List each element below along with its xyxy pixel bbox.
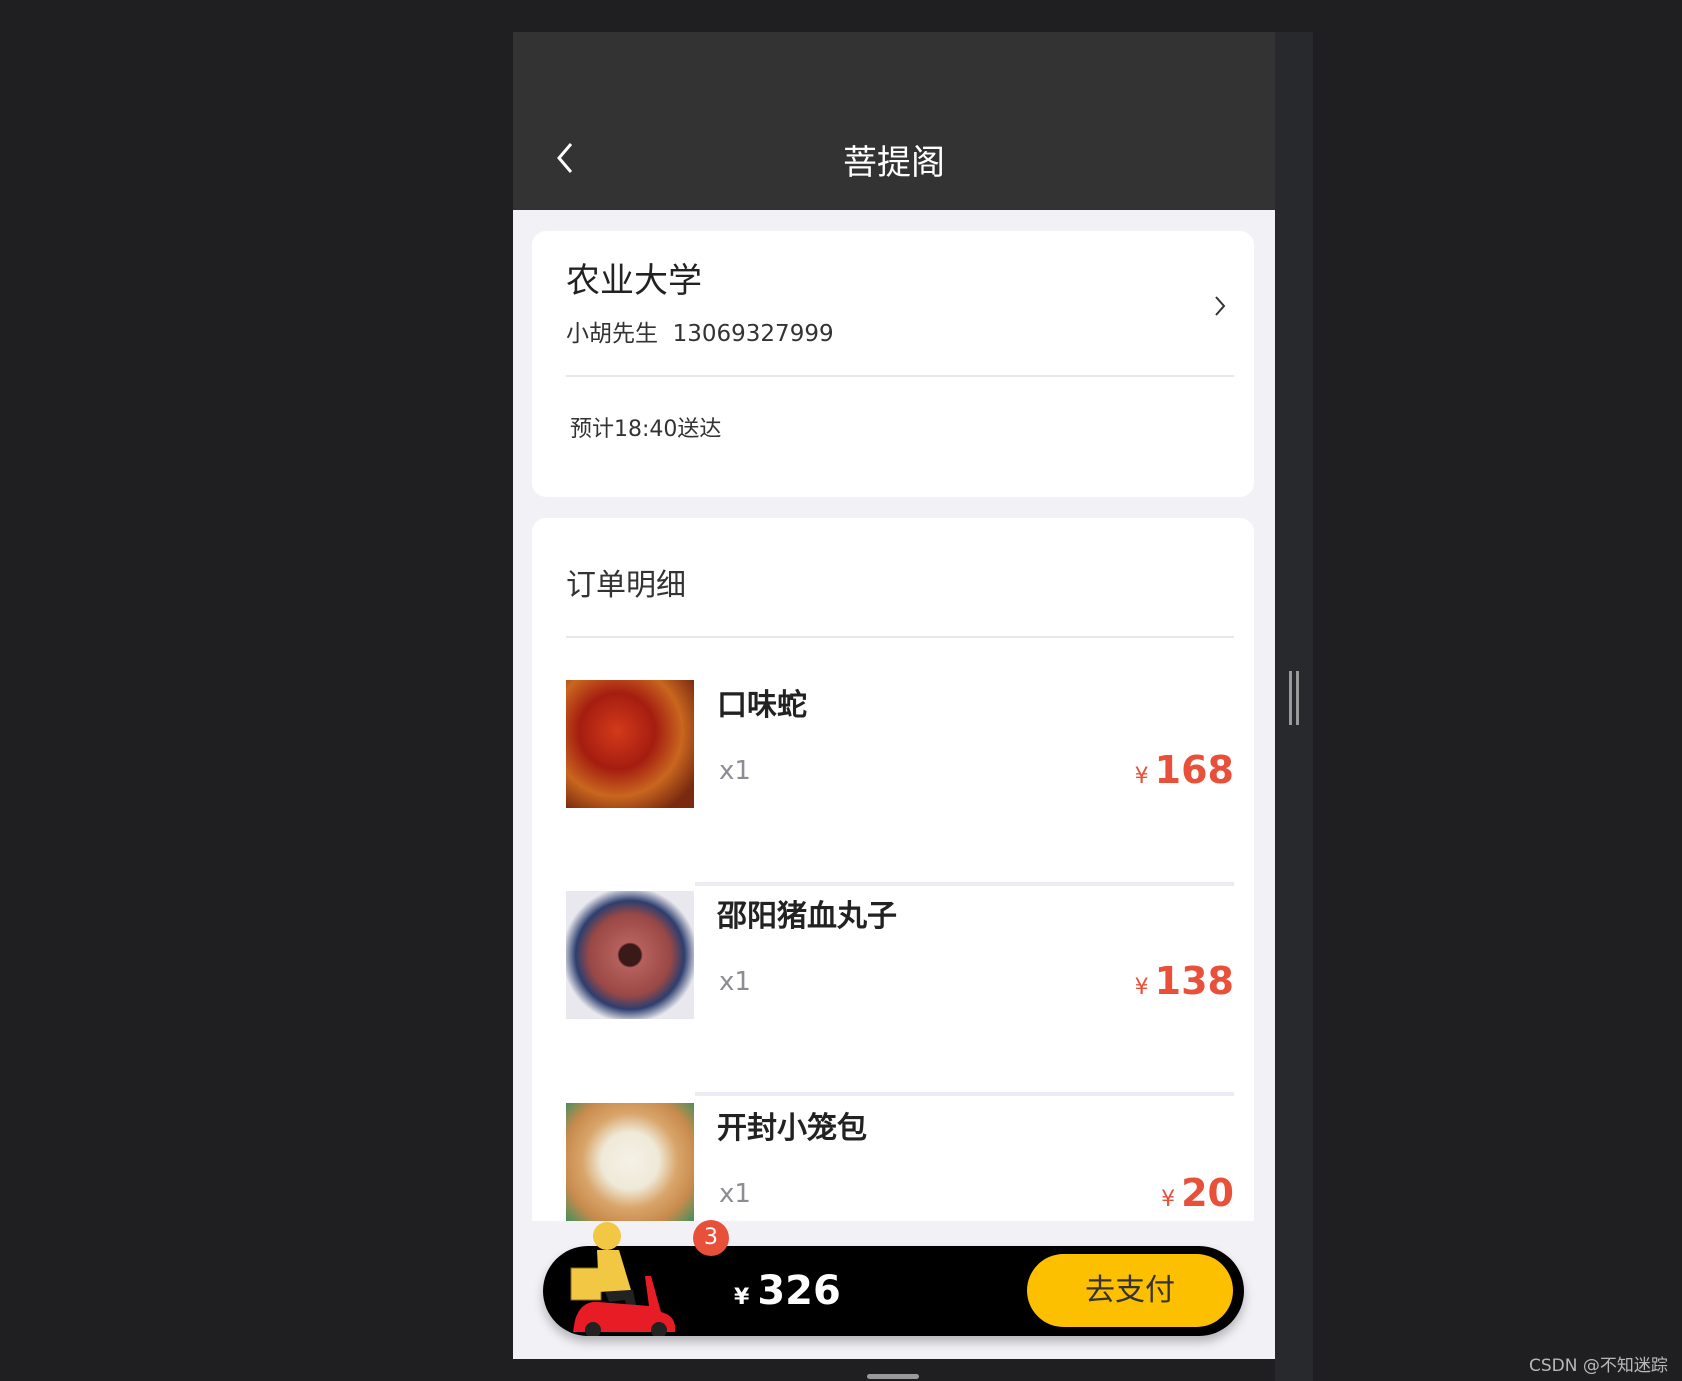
order-details-title: 订单明细 bbox=[566, 568, 686, 603]
item-quantity: x1 bbox=[719, 967, 751, 997]
item-separator bbox=[695, 882, 1234, 886]
item-separator bbox=[695, 1092, 1234, 1096]
currency-symbol: ¥ bbox=[1161, 1187, 1176, 1212]
food-image-steamed-buns bbox=[566, 1103, 694, 1231]
delivery-rider-icon[interactable] bbox=[569, 1220, 681, 1336]
divider bbox=[566, 375, 1234, 377]
currency-symbol: ¥ bbox=[1134, 764, 1149, 789]
pay-button[interactable]: 去支付 bbox=[1027, 1254, 1233, 1327]
page-title: 菩提阁 bbox=[843, 143, 945, 183]
order-item: 口味蛇 x1 ¥168 bbox=[566, 680, 1234, 820]
resize-handle-icon[interactable] bbox=[1288, 671, 1300, 725]
address-card[interactable]: 农业大学 小胡先生 13069327999 预计18:40送达 bbox=[532, 231, 1254, 497]
item-name: 口味蛇 bbox=[717, 688, 807, 723]
item-price: ¥20 bbox=[1161, 1171, 1234, 1215]
phone-screen: 菩提阁 农业大学 小胡先生 13069327999 预计18:40送达 订单明细… bbox=[513, 32, 1275, 1359]
item-price: ¥138 bbox=[1135, 959, 1234, 1003]
address-name: 农业大学 bbox=[566, 261, 702, 301]
food-image-spicy-snake bbox=[566, 680, 694, 808]
cart-count-badge: 3 bbox=[693, 1220, 729, 1256]
price-value: 138 bbox=[1154, 959, 1234, 1003]
price-value: 20 bbox=[1181, 1171, 1234, 1215]
divider bbox=[566, 636, 1234, 638]
item-name: 开封小笼包 bbox=[717, 1111, 867, 1146]
item-quantity: x1 bbox=[719, 756, 751, 786]
nav-header: 菩提阁 bbox=[513, 32, 1275, 210]
total-value: 326 bbox=[757, 1268, 841, 1314]
order-item: 邵阳猪血丸子 x1 ¥138 bbox=[566, 891, 1234, 1031]
price-value: 168 bbox=[1154, 748, 1234, 792]
cart-total: ¥326 bbox=[734, 1268, 841, 1314]
currency-symbol: ¥ bbox=[1134, 975, 1149, 1000]
cart-bar: 3 ¥326 去支付 bbox=[543, 1220, 1244, 1336]
chevron-right-icon[interactable] bbox=[1212, 293, 1228, 319]
home-indicator[interactable] bbox=[867, 1374, 919, 1379]
item-price: ¥168 bbox=[1135, 748, 1234, 792]
watermark: CSDN @不知迷踪 bbox=[1529, 1356, 1668, 1376]
food-image-blood-sausage bbox=[566, 891, 694, 1019]
item-quantity: x1 bbox=[719, 1179, 751, 1209]
currency-symbol: ¥ bbox=[734, 1285, 750, 1310]
delivery-eta: 预计18:40送达 bbox=[570, 417, 722, 442]
address-contact: 小胡先生 13069327999 bbox=[566, 321, 834, 347]
item-name: 邵阳猪血丸子 bbox=[717, 899, 897, 934]
